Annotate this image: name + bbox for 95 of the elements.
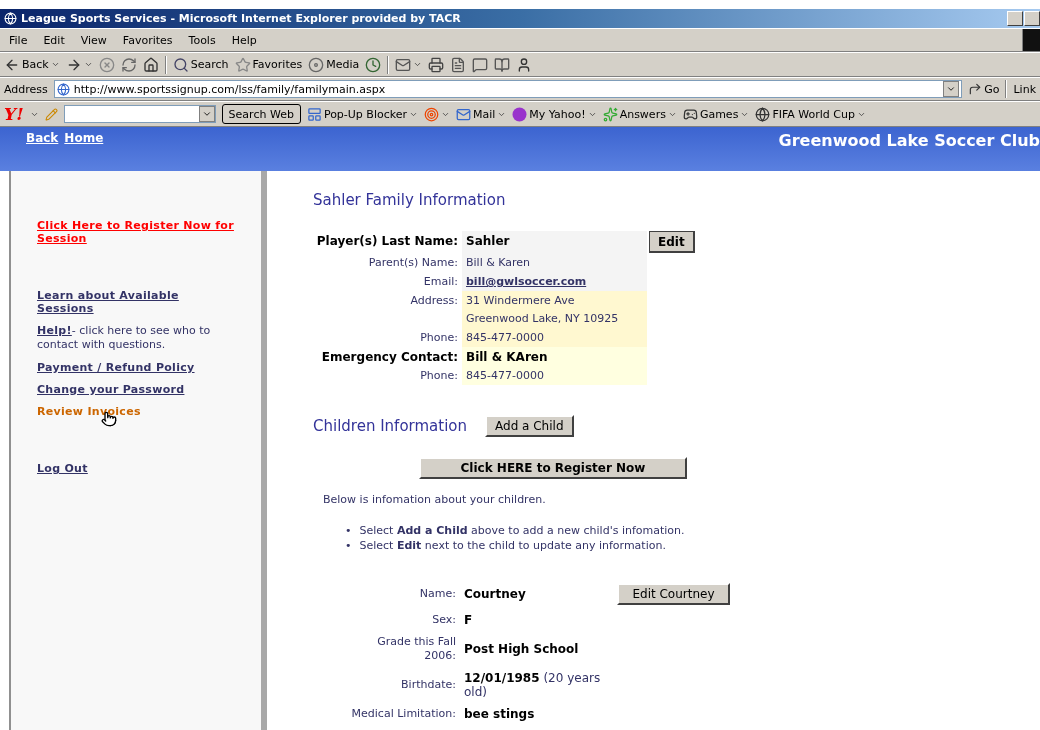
field-label: Address: [409,293,459,309]
document-icon[interactable] [450,56,467,73]
home-icon[interactable] [142,56,159,73]
menu-item[interactable]: Help [226,33,262,47]
search-web-button[interactable]: Search Web [221,104,301,124]
printer-icon[interactable] [428,56,445,73]
nav-link[interactable]: Home [64,131,104,171]
field-label: Email: [422,274,459,290]
field-label: Medical Limitation: [351,707,456,721]
sidebar-link[interactable]: Log Out [37,462,88,475]
bullet-marker: • [345,523,352,538]
field-value: 845-477-0000 [466,331,545,345]
field-value: 31 Windermere Ave [466,294,576,308]
star-icon[interactable] [234,56,251,73]
minimize-button[interactable] [1007,11,1023,26]
instruction-text: Select Add a Child above to add a new child's infomation. [359,523,685,538]
refresh-icon[interactable] [120,56,137,73]
browser-icon[interactable] [4,12,17,25]
disc-icon[interactable] [308,56,325,73]
sidebar-link[interactable]: Click Here to Register Now for Session [37,219,237,245]
nav-link[interactable]: Back [26,131,59,171]
mail-icon[interactable] [395,56,412,73]
intro-text: Below is infomation about your children. [323,493,547,506]
caret-icon[interactable] [50,60,60,69]
target-icon[interactable] [424,106,439,122]
sidebar-link[interactable]: Payment / Refund Policy [37,361,195,374]
toolbar-label[interactable]: My Yahoo! [529,107,586,121]
field-value: Greenwood Lake, NY 10925 [466,312,620,326]
field-value: 845-477-0000 [466,369,545,383]
help-link[interactable]: Help! [37,324,72,337]
links-label[interactable]: Link [1013,82,1036,96]
clock-icon[interactable] [365,56,382,73]
field-value: Bill & KAren [466,350,549,364]
sidebar-link[interactable]: Learn about Available Sessions [37,289,237,315]
field-value: bee stings [464,707,536,721]
menu-item[interactable]: View [75,33,112,47]
field-value: Sahler [466,234,511,248]
sidebar-link[interactable]: Review Invoices [37,405,141,418]
instruction-text: Select Edit next to the child to update any information. [359,538,666,553]
go-arrow-icon[interactable] [968,82,983,96]
toolbar-label[interactable]: Answers [619,107,666,121]
field-label: Player(s) Last Name: [315,233,459,250]
toolbar-label[interactable]: Mail [473,107,496,121]
maximize-button[interactable] [1024,11,1040,26]
toolbar-label[interactable]: Media [326,58,360,71]
my-badge-icon[interactable] [512,106,528,122]
email-link[interactable]: bill@gwlsoccer.com [466,275,643,289]
address-label: Address [4,82,48,96]
search-icon[interactable] [172,56,189,73]
menu-item[interactable]: File [4,33,33,47]
toolbar-label[interactable]: Back [22,58,49,71]
menu-item[interactable]: Edit [38,33,70,47]
field-label: Birthdate: [401,678,456,692]
window-title: League Sports Services - Microsoft Internet Explorer provided by TACR [21,12,461,25]
edit-child-button[interactable]: Edit Courtney [617,583,730,605]
page-icon[interactable] [56,82,70,96]
chat-icon[interactable] [472,56,489,73]
envelope-icon[interactable] [456,106,471,122]
help-text: Help!- click here to see who to contact with questions. [37,324,212,352]
caret-icon[interactable] [83,60,93,69]
field-label: Phone: [419,330,459,346]
field-label: Sex: [432,613,456,627]
menu-item[interactable]: Tools [183,33,221,47]
section-heading: Sahler Family Information [313,191,507,209]
toolbar-label[interactable]: Pop-Up Blocker [323,107,407,121]
section-heading: Children Information [313,417,467,435]
toolbar-label[interactable]: Favorites [252,58,303,71]
toolbar-label[interactable]: Search [190,58,229,71]
register-button[interactable]: Click HERE to Register Now [419,457,687,479]
stop-icon[interactable] [98,56,115,73]
field-label: Phone: [419,368,459,384]
sidebar-link[interactable]: Change your Password [37,383,185,396]
caret-icon[interactable] [413,60,423,69]
field-value: F [464,613,474,627]
toolbar-label[interactable]: Games [699,107,739,121]
toolbar-search-field[interactable] [63,105,216,123]
field-value: Post High School [464,642,580,656]
field-label: Emergency Contact: [320,349,459,366]
menu-item[interactable]: Favorites [117,33,178,47]
field-label: Name: [419,587,456,601]
field-value: Bill & Karen [466,256,532,270]
window-icon[interactable] [306,106,322,122]
field-value: Courtney [464,587,527,601]
book-icon[interactable] [494,56,511,73]
address-field[interactable]: http://www.sportssignup.com/lss/family/familymain.aspx [53,80,963,98]
site-title: Greenwood Lake Soccer Club [778,131,1040,152]
go-button[interactable]: Go [984,82,1000,96]
add-child-button[interactable]: Add a Child [485,415,574,437]
bullet-marker: • [345,538,352,553]
toolbar-label[interactable]: FIFA World Cup [772,107,855,121]
sparkle-icon[interactable] [602,106,618,122]
field-label: Parent(s) Name: [367,255,459,271]
edit-button[interactable]: Edit [649,231,695,253]
field-value: 12/01/1985 (20 years old) [464,671,602,699]
field-label: Grade this Fall 2006: [376,635,456,663]
